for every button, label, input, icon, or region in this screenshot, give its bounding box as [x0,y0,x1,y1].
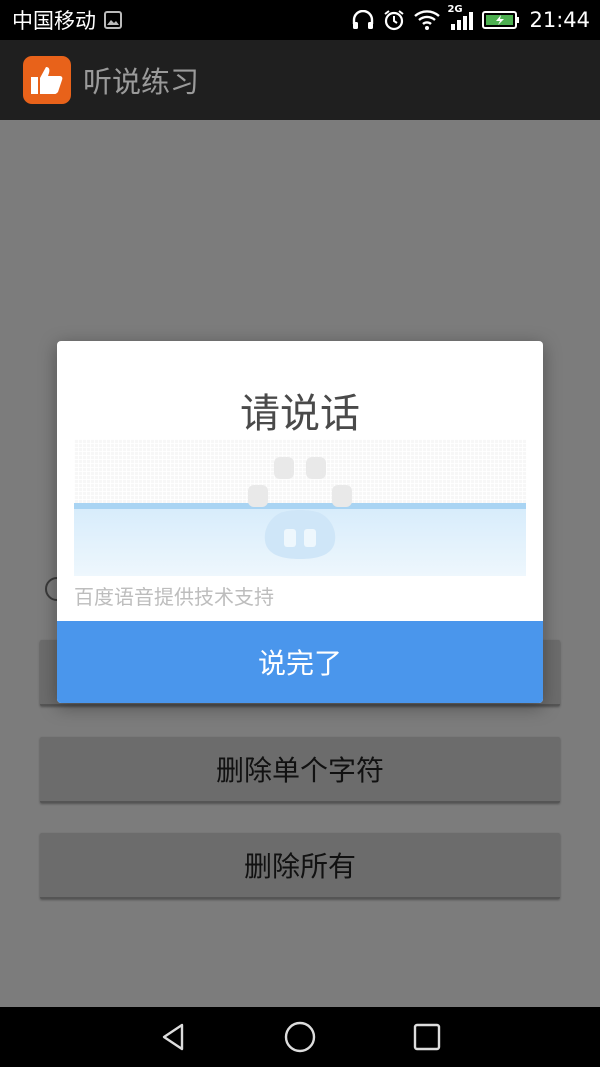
delete-all-button[interactable]: 删除所有 [40,833,560,899]
baidu-paw-icon [244,449,356,575]
voice-wave-panel [74,439,526,576]
speech-dialog: 请说话 百度语音提供技术支持 说完了 [57,341,543,703]
done-speaking-button[interactable]: 说完了 [57,621,543,703]
wifi-icon [414,10,441,30]
clock: 21:44 [529,8,590,32]
recents-square-icon[interactable] [397,1007,457,1067]
delete-char-button[interactable]: 删除单个字符 [40,737,560,803]
app-title: 听说练习 [83,65,200,99]
battery-charging-icon [482,10,520,30]
home-circle-icon[interactable] [270,1007,330,1067]
app-bar: 听说练习 [0,40,600,120]
network-type: 2G [447,4,463,15]
back-triangle-icon[interactable] [143,1007,203,1067]
carrier-name: 中国移动 [12,9,96,33]
status-bar: 中国移动 2G 21:44 [0,0,600,40]
signal-icon: 2G [447,4,474,30]
image-notification-icon [104,11,122,29]
navigation-bar [0,1007,600,1067]
alarm-icon [383,9,405,31]
support-text: 百度语音提供技术支持 [74,585,274,609]
dialog-title: 请说话 [240,391,360,437]
headphones-icon [352,10,374,30]
thumbs-up-icon [23,56,71,104]
